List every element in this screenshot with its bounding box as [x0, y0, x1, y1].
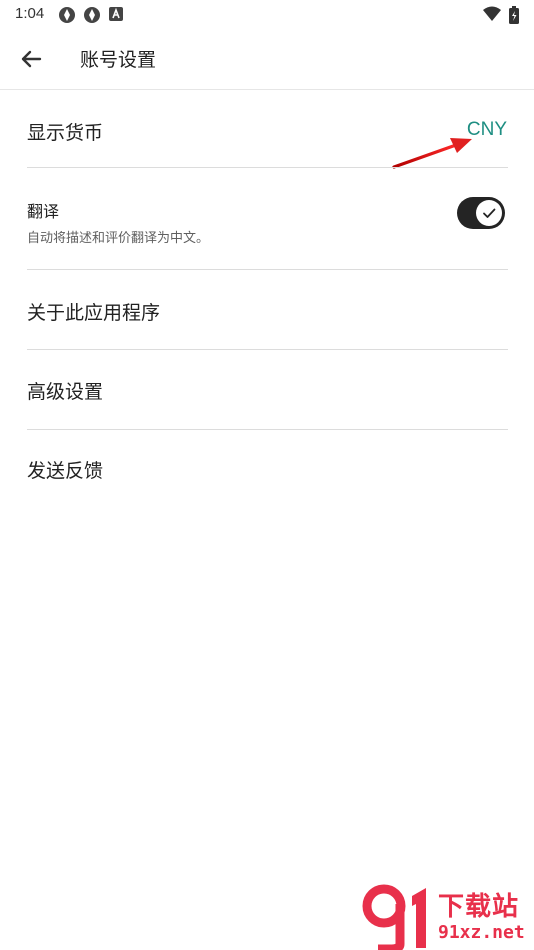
app-bar: 账号设置 — [0, 28, 534, 89]
feedback-setting-row[interactable]: 发送反馈 — [0, 430, 534, 509]
watermark: 下载站 91xz.net — [360, 882, 534, 950]
currency-label: 显示货币 — [27, 122, 104, 144]
translate-title: 翻译 — [27, 202, 60, 221]
about-setting-row[interactable]: 关于此应用程序 — [0, 270, 534, 349]
watermark-text: 下载站 — [438, 892, 520, 922]
row-divider — [27, 167, 508, 168]
battery-icon — [509, 6, 519, 28]
translate-toggle[interactable] — [457, 197, 505, 229]
translate-setting-row[interactable]: 翻译 自动将描述和评价翻译为中文。 — [0, 175, 534, 269]
about-label: 关于此应用程序 — [27, 302, 161, 324]
watermark-domain: 91xz.net — [438, 922, 525, 943]
watermark-logo — [362, 884, 426, 950]
advanced-label: 高级设置 — [27, 381, 104, 403]
app-notification-icon — [58, 6, 76, 28]
back-button[interactable] — [14, 42, 48, 76]
app-notification-icon — [83, 6, 101, 28]
wifi-icon — [483, 6, 501, 26]
page-title: 账号设置 — [80, 49, 157, 71]
checkmark-icon — [483, 208, 496, 218]
keyboard-a-icon — [109, 6, 123, 25]
toggle-knob — [476, 200, 502, 226]
status-bar: 1:04 — [0, 0, 534, 28]
advanced-setting-row[interactable]: 高级设置 — [0, 350, 534, 429]
annotation-arrow — [392, 138, 472, 169]
back-arrow-icon — [21, 50, 42, 68]
status-time: 1:04 — [15, 5, 45, 22]
feedback-label: 发送反馈 — [27, 460, 104, 482]
translate-subtitle: 自动将描述和评价翻译为中文。 — [27, 231, 210, 246]
